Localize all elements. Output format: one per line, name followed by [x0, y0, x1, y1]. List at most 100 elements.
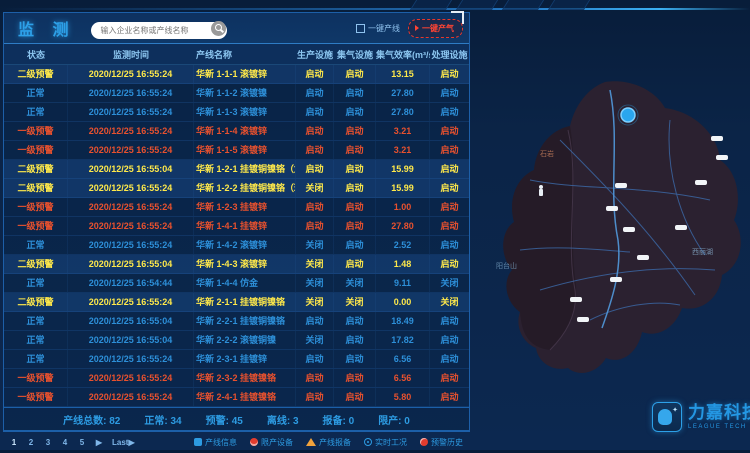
column-header: 产线名称: [194, 48, 296, 61]
table-row[interactable]: 一级预警2020/12/25 16:55:24华新 2-3-2 挂镀镍铬启动启动…: [4, 369, 469, 388]
table-row[interactable]: 一级预警2020/12/25 16:55:24华新 2-4-1 挂镀镍铬启动启动…: [4, 388, 469, 407]
legend-limit[interactable]: 限产设备: [250, 437, 293, 448]
legend-alarm-history[interactable]: 预警历史: [420, 437, 463, 448]
summary-item: 限产: 0: [378, 412, 410, 427]
cell-status: 一级预警: [4, 388, 68, 406]
table-row[interactable]: 正常2020/12/25 16:55:04华新 2-2-2 滚镀铜镍关闭启动17…: [4, 331, 469, 350]
table-row[interactable]: 二级预警2020/12/25 16:55:04华新 1-2-1 挂镀铜镍铬（龙门…: [4, 160, 469, 179]
cell-treat: 启动: [430, 388, 469, 406]
cell-name: 华新 1-1-2 滚镀镍: [194, 84, 296, 102]
page-button[interactable]: 5: [78, 438, 86, 447]
info-icon: [194, 438, 202, 446]
cell-name: 华新 2-3-1 挂镀锌: [194, 350, 296, 368]
cell-eff: 1.48: [376, 255, 430, 273]
cell-prod: 启动: [296, 350, 334, 368]
cell-prod: 启动: [296, 217, 334, 235]
pagination: 12345 ▶ Last▶: [10, 438, 135, 447]
cell-name: 华新 1-4-3 滚镀锌: [194, 255, 296, 273]
cell-name: 华新 1-2-1 挂镀铜镍铬（龙门线）: [194, 160, 296, 178]
cell-status: 正常: [4, 103, 68, 121]
brand-logo-icon: ✦: [652, 402, 682, 432]
column-header: 生产设施: [296, 48, 334, 61]
summary-bar: 产线总数: 82正常: 34预警: 45离线: 3报备: 0限产: 0: [4, 407, 469, 430]
cell-gas: 启动: [334, 141, 376, 159]
table-row[interactable]: 正常2020/12/25 16:55:04华新 2-2-1 挂镀铜镍铬启动启动1…: [4, 312, 469, 331]
cell-treat: 启动: [430, 141, 469, 159]
cell-prod: 关闭: [296, 255, 334, 273]
selected-site-marker[interactable]: [621, 108, 635, 122]
table-row[interactable]: 正常2020/12/25 16:55:24华新 1-4-2 滚镀锌关闭启动2.5…: [4, 236, 469, 255]
cell-prod: 启动: [296, 65, 334, 83]
legend-live-status[interactable]: 实时工况: [364, 437, 407, 448]
cell-name: 华新 2-1-1 挂镀铜镍铬: [194, 293, 296, 311]
cell-eff: 6.56: [376, 369, 430, 387]
cell-gas: 启动: [334, 255, 376, 273]
legend-info[interactable]: 产线信息: [194, 437, 237, 448]
checkbox-icon: [356, 24, 365, 33]
page-button[interactable]: 4: [61, 438, 69, 447]
summary-item: 产线总数: 82: [63, 412, 120, 427]
table-row[interactable]: 一级预警2020/12/25 16:55:24华新 1-4-1 挂镀锌启动启动2…: [4, 217, 469, 236]
cell-time: 2020/12/25 16:55:24: [68, 103, 194, 121]
column-header: 状态: [4, 48, 68, 61]
cell-prod: 关闭: [296, 293, 334, 311]
one-key-gas-icon: [415, 25, 419, 31]
page-button[interactable]: 2: [27, 438, 35, 447]
cell-eff: 27.80: [376, 103, 430, 121]
limit-icon: [250, 438, 258, 446]
search-input[interactable]: [91, 22, 227, 39]
cell-time: 2020/12/25 16:55:04: [68, 255, 194, 273]
legend-report[interactable]: 产线报备: [306, 437, 351, 448]
column-header: 集气效率(m³/s): [376, 48, 430, 61]
cell-gas: 关闭: [334, 293, 376, 311]
cell-time: 2020/12/25 16:55:24: [68, 236, 194, 254]
cell-prod: 启动: [296, 103, 334, 121]
one-key-gas-button[interactable]: 一键产气: [408, 19, 463, 38]
page-button[interactable]: ▶: [95, 438, 103, 447]
cell-time: 2020/12/25 16:55:24: [68, 122, 194, 140]
column-header: 监测时间: [68, 48, 194, 61]
cell-time: 2020/12/25 16:55:04: [68, 331, 194, 349]
table-row[interactable]: 二级预警2020/12/25 16:55:24华新 1-2-2 挂镀铜镍铬（环形…: [4, 179, 469, 198]
cell-gas: 启动: [334, 122, 376, 140]
table-row[interactable]: 二级预警2020/12/25 16:55:24华新 1-1-1 滚镀锌启动启动1…: [4, 65, 469, 84]
one-key-line-checkbox[interactable]: 一键产线: [356, 23, 400, 34]
cell-status: 正常: [4, 274, 68, 292]
cell-time: 2020/12/25 16:55:24: [68, 369, 194, 387]
district-map[interactable]: 石岩 阳台山 西丽湖: [470, 60, 750, 400]
table-row[interactable]: 一级预警2020/12/25 16:55:24华新 1-1-5 滚镀锌启动启动3…: [4, 141, 469, 160]
brand-logo: ✦ 力嘉科技 LEAGUE TECH: [652, 402, 750, 432]
cell-name: 华新 1-1-3 滚镀锌: [194, 103, 296, 121]
cell-name: 华新 1-4-2 滚镀锌: [194, 236, 296, 254]
top-glow-line: [0, 8, 750, 10]
cell-eff: 3.21: [376, 122, 430, 140]
cell-treat: 启动: [430, 160, 469, 178]
table-row[interactable]: 二级预警2020/12/25 16:55:24华新 2-1-1 挂镀铜镍铬关闭关…: [4, 293, 469, 312]
table-row[interactable]: 一级预警2020/12/25 16:55:24华新 1-2-3 挂镀锌启动启动1…: [4, 198, 469, 217]
search-icon[interactable]: [211, 21, 226, 36]
search-box: [91, 20, 227, 37]
map-label: 西丽湖: [692, 247, 713, 256]
cell-name: 华新 2-2-1 挂镀铜镍铬: [194, 312, 296, 330]
page-button[interactable]: 1: [10, 438, 18, 447]
cell-status: 二级预警: [4, 179, 68, 197]
cell-status: 一级预警: [4, 198, 68, 216]
cell-name: 华新 1-2-2 挂镀铜镍铬（环形线）: [194, 179, 296, 197]
table-row[interactable]: 二级预警2020/12/25 16:55:04华新 1-4-3 滚镀锌关闭启动1…: [4, 255, 469, 274]
page-button[interactable]: 3: [44, 438, 52, 447]
cell-status: 正常: [4, 312, 68, 330]
page-button[interactable]: Last▶: [112, 438, 135, 447]
table-row[interactable]: 正常2020/12/25 16:54:44华新 1-4-4 仿金关闭关闭9.11…: [4, 274, 469, 293]
cell-gas: 启动: [334, 331, 376, 349]
cell-treat: 启动: [430, 350, 469, 368]
table-row[interactable]: 正常2020/12/25 16:55:24华新 1-1-2 滚镀镍启动启动27.…: [4, 84, 469, 103]
cell-gas: 启动: [334, 369, 376, 387]
cell-time: 2020/12/25 16:55:04: [68, 160, 194, 178]
cell-treat: 关闭: [430, 274, 469, 292]
table-row[interactable]: 正常2020/12/25 16:55:24华新 1-1-3 滚镀锌启动启动27.…: [4, 103, 469, 122]
panel-header: 监 测 一键产线 一键产气: [4, 13, 469, 44]
table-row[interactable]: 一级预警2020/12/25 16:55:24华新 1-1-4 滚镀锌启动启动3…: [4, 122, 469, 141]
cell-prod: 启动: [296, 160, 334, 178]
table-row[interactable]: 正常2020/12/25 16:55:24华新 2-3-1 挂镀锌启动启动6.5…: [4, 350, 469, 369]
cell-eff: 13.15: [376, 65, 430, 83]
